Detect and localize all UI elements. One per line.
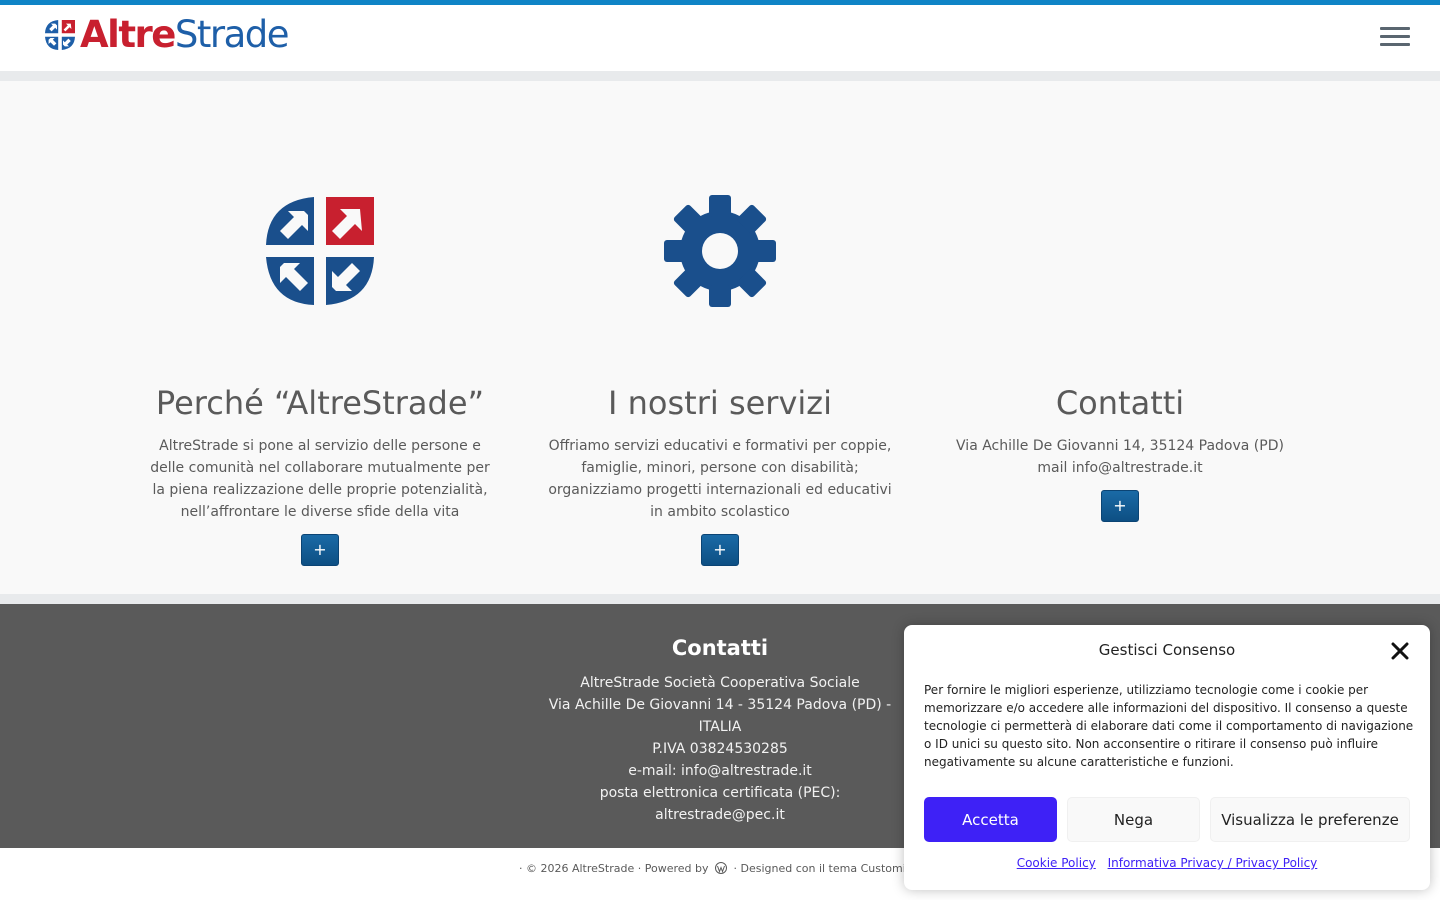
footer-vat: P.IVA 03824530285 [652, 741, 788, 757]
designed-by-text[interactable]: · Designed con il tema Customiz [733, 862, 911, 875]
cookie-consent-dialog: Gestisci Consenso Per fornire le miglior… [904, 625, 1430, 890]
feature-title: Perché “AltreStrade” [155, 384, 485, 422]
logo-wordmark: AltreStrade [80, 13, 290, 56]
more-info-button[interactable]: + [701, 534, 739, 566]
contact-address: Via Achille De Giovanni 14, 35124 Padova… [956, 438, 1284, 454]
header-separator [0, 71, 1440, 81]
deny-button[interactable]: Nega [1067, 797, 1200, 842]
feature-description: Offriamo servizi educativi e formativi p… [548, 438, 892, 520]
consent-title: Gestisci Consenso [1098, 641, 1236, 659]
accept-button[interactable]: Accetta [924, 797, 1057, 842]
footer-pec: posta elettronica certificata (PEC): alt… [599, 785, 841, 823]
logo-wordmark-altre: Altre [80, 13, 176, 56]
consent-links: Cookie Policy Informativa Privacy / Priv… [904, 855, 1430, 871]
site-logo[interactable]: AltreStrade [42, 13, 290, 56]
consent-description: Per fornire le migliori esperienze, util… [924, 683, 1414, 769]
footer-separator [0, 594, 1440, 604]
copyright-text: · © 2026 AltreStrade · Powered by [519, 862, 709, 875]
hamburger-line [1380, 35, 1410, 38]
altrestrade-logo-icon [45, 20, 75, 50]
more-info-button[interactable]: + [1101, 490, 1139, 522]
contact-email: mail info@altrestrade.it [1037, 460, 1203, 476]
hamburger-line [1380, 27, 1410, 30]
site-credits: · © 2026 AltreStrade · Powered by · Desi… [519, 861, 912, 877]
privacy-policy-link[interactable]: Informativa Privacy / Privacy Policy [1108, 856, 1318, 870]
gear-icon [664, 195, 776, 307]
more-info-button[interactable]: + [301, 534, 339, 566]
footer-company-name: AltreStrade Società Cooperativa Sociale [580, 675, 860, 691]
footer-email: e-mail: info@altrestrade.it [628, 763, 812, 779]
wordpress-icon[interactable] [714, 862, 727, 874]
features-section: Perché “AltreStrade” AltreStrade si pone… [0, 81, 1440, 594]
feature-description: AltreStrade si pone al servizio delle pe… [150, 438, 490, 520]
hamburger-menu-icon[interactable] [1380, 27, 1410, 49]
footer-contact-info: AltreStrade Società Cooperativa Sociale … [540, 672, 900, 826]
cookie-policy-link[interactable]: Cookie Policy [1017, 856, 1096, 870]
feature-title: Contatti [1055, 384, 1185, 422]
site-header: AltreStrade [0, 5, 1440, 71]
footer-title: Contatti [671, 636, 769, 660]
footer-address: Via Achille De Giovanni 14 - 35124 Padov… [548, 697, 892, 735]
logo-wordmark-strade: Strade [174, 13, 290, 56]
close-icon[interactable] [1390, 641, 1410, 661]
altrestrade-emblem-icon [266, 197, 374, 305]
hamburger-line [1380, 43, 1410, 46]
view-preferences-button[interactable]: Visualizza le preferenze [1210, 797, 1410, 842]
contact-details: Via Achille De Giovanni 14, 35124 Padova… [920, 435, 1320, 479]
feature-title: I nostri servizi [608, 384, 832, 422]
